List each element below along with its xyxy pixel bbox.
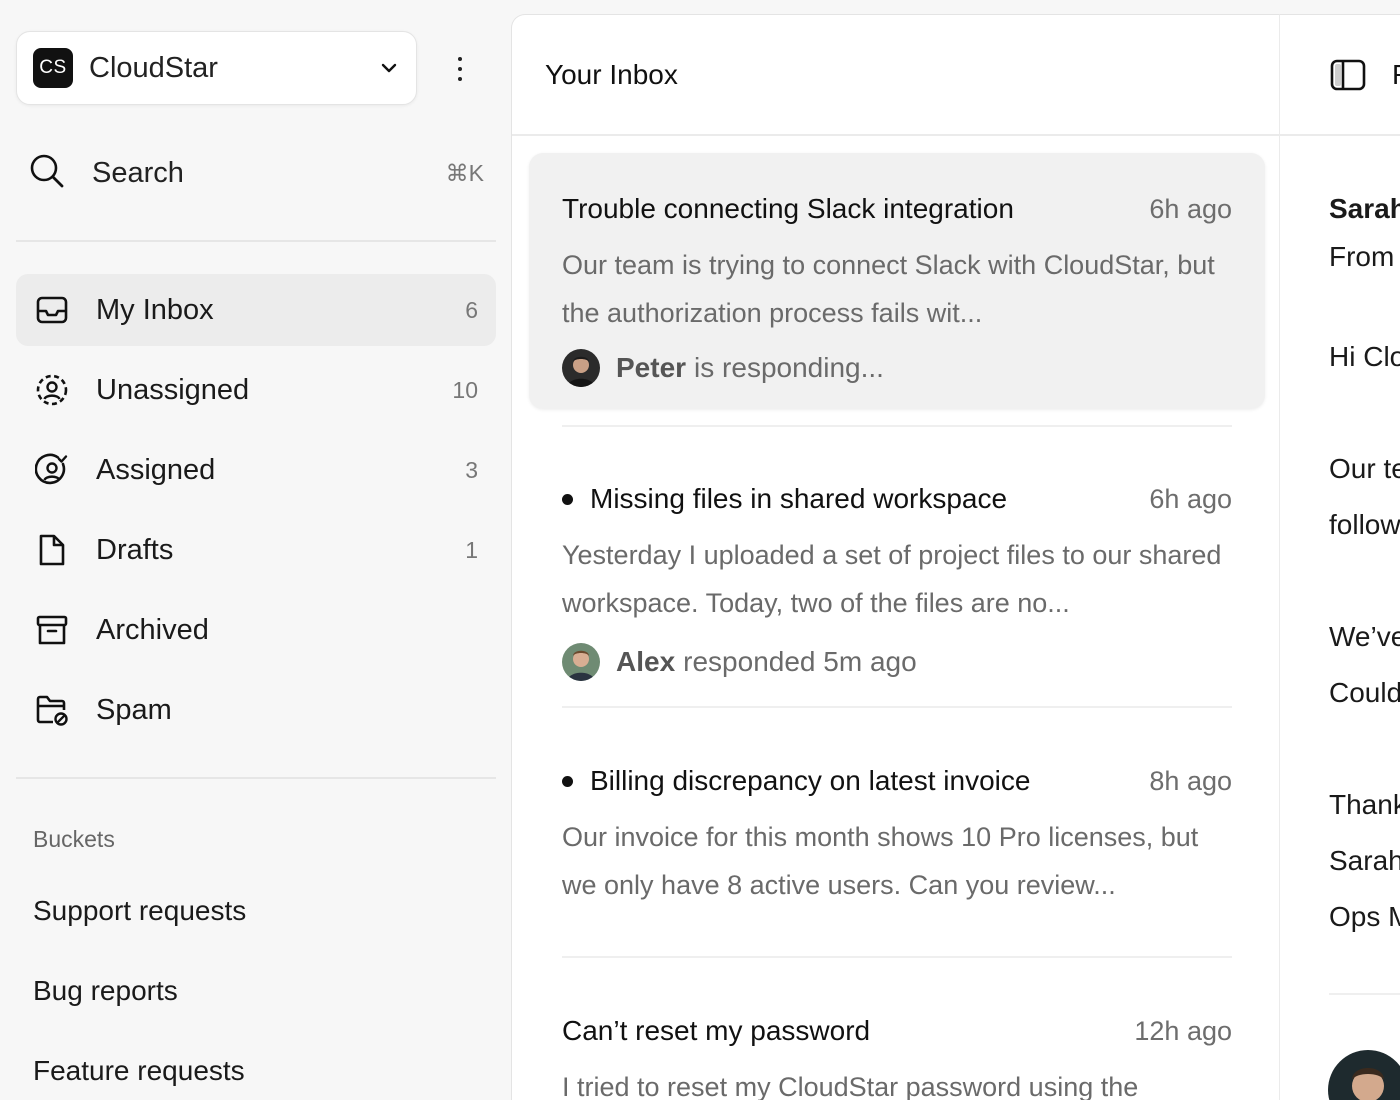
sidebar-item-count: 1 — [465, 536, 478, 563]
user-check-circle-icon — [34, 452, 70, 488]
conversation-preview: I tried to reset my CloudStar password u… — [562, 1072, 1139, 1100]
message-line: We’ve — [1329, 621, 1400, 652]
conversation-item[interactable]: Missing files in shared workspace 6h ago… — [529, 479, 1265, 681]
avatar — [1328, 1050, 1400, 1100]
sidebar-item-my-inbox[interactable]: My Inbox 6 — [16, 274, 496, 346]
message-line: Ops M — [1329, 901, 1400, 932]
sidebar-item-count: 10 — [452, 376, 478, 403]
detail-title: R — [1392, 59, 1400, 91]
sidebar-toggle-icon[interactable] — [1330, 59, 1366, 91]
sidebar-item-spam[interactable]: Spam — [16, 674, 496, 746]
message-line: Sarah — [1329, 845, 1400, 876]
sidebar-divider — [16, 777, 496, 779]
conversation-item[interactable]: Billing discrepancy on latest invoice 8h… — [529, 761, 1265, 909]
chevron-down-icon — [378, 57, 400, 79]
conversation-subject: Trouble connecting Slack integration — [562, 193, 1014, 224]
workspace-name: CloudStar — [89, 51, 218, 84]
sidebar-item-drafts[interactable]: Drafts 1 — [16, 514, 496, 586]
page-title: Your Inbox — [545, 58, 678, 90]
sidebar-item-label: Unassigned — [96, 373, 250, 406]
sidebar: CS CloudStar Search ⌘K My Inbox 6 Unassi… — [0, 0, 512, 1100]
list-divider — [562, 425, 1232, 427]
conversation-preview: Our team is trying to connect Slack with… — [562, 250, 1215, 328]
actor-name: Alex — [616, 646, 676, 677]
sidebar-item-unassigned[interactable]: Unassigned 10 — [16, 354, 496, 426]
sidebar-item-label: Spam — [96, 693, 172, 726]
workspace-logo: CS — [33, 48, 73, 88]
unread-indicator — [562, 775, 573, 787]
search-button[interactable]: Search ⌘K — [28, 146, 484, 200]
sender-from: From — [1329, 241, 1395, 272]
sidebar-item-label: Archived — [96, 613, 209, 646]
search-icon — [28, 152, 66, 195]
avatar — [562, 643, 600, 681]
sender-name: Sarah — [1329, 193, 1400, 224]
conversation-subject: Billing discrepancy on latest invoice — [590, 765, 1031, 796]
sidebar-item-label: My Inbox — [96, 293, 214, 326]
message-line: follow — [1329, 509, 1400, 540]
search-shortcut: ⌘K — [445, 159, 484, 186]
workspace-switcher[interactable]: CS CloudStar — [16, 31, 417, 105]
conversation-subject: Missing files in shared workspace — [590, 483, 1008, 514]
message-line: Thank — [1329, 789, 1400, 820]
sidebar-item-label: Assigned — [96, 453, 216, 486]
sidebar-item-label: Drafts — [96, 533, 174, 566]
detail-divider — [1329, 993, 1400, 995]
list-divider — [562, 706, 1232, 708]
sidebar-item-count: 3 — [465, 456, 478, 483]
bucket-feature-requests[interactable]: Feature requests — [33, 1055, 245, 1087]
inbox-tray-icon — [34, 292, 70, 328]
buckets-heading: Buckets — [33, 826, 115, 852]
list-divider — [562, 956, 1232, 958]
conversation-time: 6h ago — [1149, 483, 1232, 514]
conversation-preview: Yesterday I uploaded a set of project fi… — [562, 540, 1222, 618]
folder-blocked-icon — [34, 692, 70, 728]
sidebar-item-count: 6 — [465, 296, 478, 323]
conversation-item[interactable]: Trouble connecting Slack integration 6h … — [529, 153, 1265, 409]
sidebar-item-archived[interactable]: Archived — [16, 594, 496, 666]
inbox-panel: Your Inbox Trouble connecting Slack inte… — [511, 14, 1281, 1100]
conversation-time: 8h ago — [1149, 765, 1232, 796]
conversation-subject: Can’t reset my password — [562, 1015, 871, 1046]
activity-text: responded 5m ago — [683, 646, 917, 677]
bucket-bug-reports[interactable]: Bug reports — [33, 975, 178, 1007]
archive-box-icon — [34, 612, 70, 648]
sidebar-divider — [16, 240, 496, 242]
sidebar-item-assigned[interactable]: Assigned 3 — [16, 434, 496, 506]
actor-name: Peter — [616, 352, 687, 383]
conversation-time: 6h ago — [1149, 193, 1232, 224]
message-line: Our te — [1329, 453, 1400, 484]
file-icon — [34, 532, 70, 568]
avatar — [562, 349, 600, 387]
activity-text: is responding... — [694, 352, 884, 383]
message-line: Could — [1329, 677, 1400, 708]
conversation-activity: Alex responded 5m ago — [562, 643, 1232, 681]
inbox-header: Your Inbox — [512, 15, 1281, 136]
search-label: Search — [92, 156, 184, 189]
message-line: Hi Clo — [1329, 341, 1400, 372]
user-dashed-circle-icon — [34, 372, 70, 408]
detail-header: R — [1280, 15, 1400, 136]
conversation-preview: Our invoice for this month shows 10 Pro … — [562, 822, 1199, 900]
bucket-support-requests[interactable]: Support requests — [33, 895, 246, 927]
conversation-detail-panel: R Sarah From Hi Clo Our te follow We’ve … — [1279, 14, 1400, 1100]
conversation-item[interactable]: Can’t reset my password 12h ago I tried … — [529, 1011, 1265, 1100]
unread-indicator — [562, 493, 573, 505]
more-options-icon[interactable] — [446, 52, 474, 86]
conversation-activity: Peter is responding... — [562, 349, 1232, 387]
conversation-time: 12h ago — [1134, 1015, 1232, 1046]
